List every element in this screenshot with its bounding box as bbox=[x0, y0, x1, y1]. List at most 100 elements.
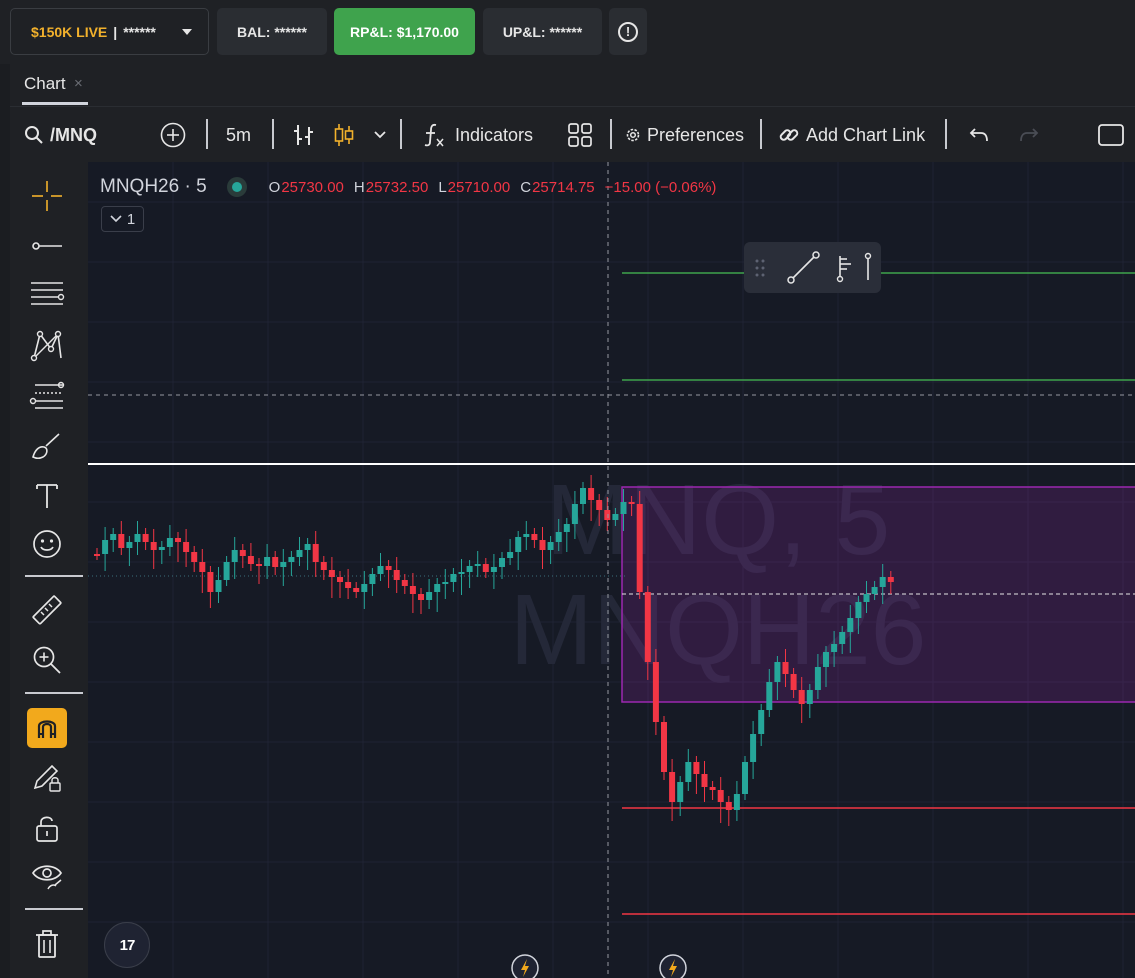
ruler-button[interactable] bbox=[26, 590, 68, 630]
candle-body bbox=[515, 537, 522, 552]
indicator-count: 1 bbox=[126, 210, 136, 228]
redo-button[interactable] bbox=[1018, 107, 1040, 163]
layout-button[interactable] bbox=[567, 107, 593, 163]
lock-drawings-button[interactable] bbox=[26, 758, 68, 798]
candle-body bbox=[823, 652, 829, 667]
parallel-lines-icon bbox=[31, 282, 65, 305]
zoom-in-button[interactable] bbox=[26, 640, 68, 680]
pattern-icon bbox=[30, 330, 62, 362]
pencil-lock-icon bbox=[33, 764, 61, 792]
candle-body bbox=[207, 572, 214, 592]
trend-line-button[interactable] bbox=[26, 226, 68, 266]
candle-body bbox=[693, 762, 700, 774]
low-value: 25710.00 bbox=[447, 178, 511, 196]
lock-icon bbox=[36, 816, 58, 842]
candle-body bbox=[628, 502, 635, 504]
candle-body bbox=[766, 682, 773, 710]
candle-type-button[interactable] bbox=[332, 107, 356, 163]
candle-body bbox=[790, 674, 797, 690]
candle-body bbox=[280, 562, 287, 567]
candle-body bbox=[701, 774, 708, 787]
add-symbol-button[interactable] bbox=[160, 107, 186, 163]
legend-symbol[interactable]: MNQH26 · 5 bbox=[100, 176, 207, 198]
toolbar-divider bbox=[400, 119, 402, 149]
candle-body bbox=[345, 582, 352, 588]
candle-body bbox=[183, 542, 190, 552]
drag-handle-icon[interactable] bbox=[755, 259, 765, 277]
rail-divider bbox=[25, 575, 83, 577]
fullscreen-button[interactable] bbox=[1098, 107, 1124, 163]
text-icon bbox=[36, 484, 58, 508]
chart-type-dropdown[interactable] bbox=[373, 107, 387, 163]
candle-body bbox=[839, 632, 846, 644]
candle-body bbox=[94, 554, 100, 556]
candle-body bbox=[337, 577, 343, 582]
balance-badge[interactable]: BAL: ****** bbox=[217, 8, 327, 55]
tradingview-logo[interactable]: 17 bbox=[104, 922, 150, 968]
chart-pane[interactable]: MNQ, 5 MNQH26 MNQH26 · 5 O 25730.00 H 2573… bbox=[88, 162, 1135, 978]
candle-body bbox=[458, 572, 465, 574]
ohlc-legend: MNQH26 · 5 O 25730.00 H 25732.50 L 25710.00… bbox=[100, 176, 726, 198]
candle-body bbox=[507, 552, 514, 558]
bar-type-button[interactable] bbox=[292, 107, 316, 163]
long-position-icon[interactable] bbox=[836, 256, 852, 283]
market-status-icon[interactable] bbox=[226, 177, 247, 197]
alert-button[interactable]: ! bbox=[609, 8, 647, 55]
symbol-search[interactable]: /MNQ bbox=[24, 107, 97, 163]
fib-button[interactable] bbox=[26, 376, 68, 416]
candle-body bbox=[555, 532, 562, 542]
chevron-down-icon bbox=[374, 131, 386, 139]
zoom-in-icon bbox=[33, 646, 61, 674]
collapse-indicators-button[interactable]: 1 bbox=[101, 206, 144, 232]
upl-label: UP&L: bbox=[502, 23, 546, 40]
candle-body bbox=[426, 592, 433, 600]
hide-drawings-button[interactable] bbox=[26, 856, 68, 896]
toolbar-divider bbox=[272, 119, 274, 149]
remove-drawings-button[interactable] bbox=[26, 924, 68, 964]
candle-body bbox=[661, 722, 667, 772]
drawing-toolbar bbox=[10, 162, 88, 978]
rpl-value: $1,170.00 bbox=[396, 23, 459, 40]
text-button[interactable] bbox=[26, 476, 68, 516]
rail-divider bbox=[25, 908, 83, 910]
candle-body bbox=[312, 544, 319, 562]
price-line-icon[interactable] bbox=[864, 252, 872, 281]
change-value: −15.00 (−0.06%) bbox=[604, 178, 717, 196]
candle-body bbox=[847, 618, 854, 632]
tab-close-icon[interactable]: × bbox=[74, 75, 83, 92]
balance-label: BAL: bbox=[236, 23, 271, 40]
crosshair-button[interactable] bbox=[26, 176, 68, 216]
candle-body bbox=[709, 787, 716, 790]
parallel-lines-button[interactable] bbox=[26, 274, 68, 314]
lock-button[interactable] bbox=[26, 808, 68, 848]
candle-body bbox=[644, 592, 651, 662]
preferences-button[interactable]: Preferences bbox=[625, 107, 744, 163]
brush-button[interactable] bbox=[26, 426, 68, 466]
trend-line-icon[interactable] bbox=[787, 251, 820, 284]
ruler-icon bbox=[32, 595, 62, 625]
account-bar: $150K LIVE | ****** BAL: ****** RP&L: $1… bbox=[0, 0, 1135, 64]
high-value: 25732.50 bbox=[365, 178, 429, 196]
candlestick-chart[interactable]: MNQ, 5 MNQH26 bbox=[88, 162, 1135, 978]
interval-button[interactable]: 5m bbox=[226, 107, 251, 163]
add-chart-link-button[interactable]: Add Chart Link bbox=[778, 107, 925, 163]
indicators-button[interactable]: Indicators bbox=[422, 107, 533, 163]
magnet-button[interactable] bbox=[27, 708, 67, 748]
rpl-label: RP&L: bbox=[350, 23, 393, 40]
candle-body bbox=[150, 542, 157, 550]
unrealized-pnl-badge[interactable]: UP&L: ****** bbox=[483, 8, 602, 55]
pattern-button[interactable] bbox=[26, 326, 68, 366]
candle-body bbox=[879, 577, 886, 587]
eye-icon bbox=[31, 865, 63, 890]
undo-button[interactable] bbox=[968, 107, 990, 163]
candle-body bbox=[328, 570, 335, 577]
candle-body bbox=[855, 602, 862, 618]
bar-type-icon bbox=[294, 125, 313, 145]
chart-toolbar: /MNQ 5m Indicators Preferences Add Chart… bbox=[10, 106, 1135, 162]
realized-pnl-badge[interactable]: RP&L: $1,170.00 bbox=[334, 8, 475, 55]
candle-body bbox=[191, 552, 198, 562]
chevron-down-icon bbox=[182, 29, 192, 35]
emoji-button[interactable] bbox=[26, 524, 68, 564]
account-selector[interactable]: $150K LIVE | ****** bbox=[10, 8, 209, 55]
tab-chart[interactable]: Chart bbox=[24, 74, 66, 94]
